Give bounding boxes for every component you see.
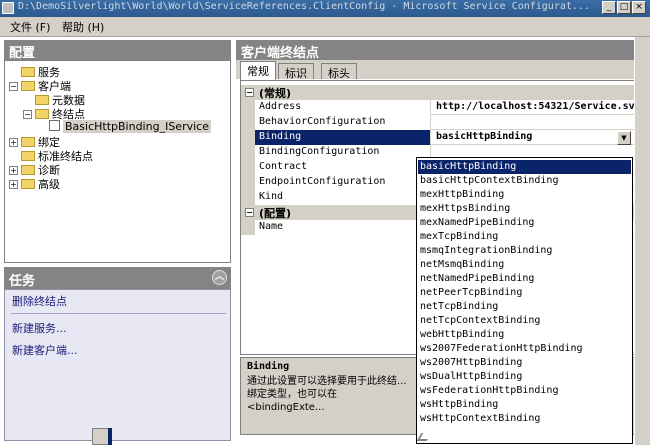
folder-icon xyxy=(21,81,35,91)
property-name: Contract xyxy=(259,161,308,172)
collapse-icon[interactable]: − xyxy=(23,110,32,119)
taskbar-fragment xyxy=(108,428,112,445)
expand-icon[interactable]: + xyxy=(9,166,18,175)
folder-icon xyxy=(21,165,35,175)
minimize-button[interactable]: _ xyxy=(602,1,616,14)
menu-file[interactable]: 文件 (F) xyxy=(10,19,50,35)
delete-endpoint-link[interactable]: 删除终结点 xyxy=(12,293,67,309)
tab-identity[interactable]: 标识 xyxy=(278,63,314,80)
new-service-link[interactable]: 新建服务... xyxy=(12,320,67,336)
tab-headers[interactable]: 标头 xyxy=(321,63,357,80)
property-row-address[interactable]: Address http://localhost:54321/Service.s… xyxy=(241,100,649,115)
folder-icon xyxy=(21,137,35,147)
title-bar: D:\DemoSilverlight\World\World\ServiceRe… xyxy=(0,0,650,17)
tree-node[interactable]: 标准终结点 xyxy=(9,148,93,163)
dropdown-option[interactable]: basicHttpBinding xyxy=(418,160,631,174)
endpoint-icon xyxy=(49,120,60,131)
tasks-panel-title: 任务 xyxy=(9,274,36,289)
dropdown-option[interactable]: wsDualHttpBinding xyxy=(418,370,631,384)
folder-icon xyxy=(21,151,35,161)
property-value[interactable] xyxy=(436,115,649,130)
dropdown-arrow-icon[interactable]: ▼ xyxy=(617,131,631,145)
task-divider xyxy=(11,313,226,314)
property-name: Kind xyxy=(259,191,284,202)
dropdown-option[interactable]: netNamedPipeBinding xyxy=(418,272,631,286)
client-panel-title: 客户端终结点 xyxy=(236,40,650,61)
collapse-icon[interactable]: ︿ xyxy=(212,270,227,285)
tree-node[interactable]: + 诊断 xyxy=(9,162,60,177)
description-title: Binding xyxy=(247,361,290,372)
dropdown-option[interactable]: mexHttpBinding xyxy=(418,188,631,202)
property-name: BindingConfiguration xyxy=(259,146,380,157)
tasks-panel-header: 任务 ︿ xyxy=(4,267,231,289)
dropdown-option[interactable]: msmqIntegrationBinding xyxy=(418,244,631,258)
property-name: Name xyxy=(259,221,284,232)
app-icon xyxy=(2,2,14,14)
collapse-toggle-icon[interactable]: − xyxy=(245,88,254,97)
dropdown-option[interactable]: mexNamedPipeBinding xyxy=(418,216,631,230)
collapse-icon[interactable]: − xyxy=(9,82,18,91)
category-general[interactable]: − (常规) xyxy=(241,85,649,100)
property-name: Address xyxy=(259,101,302,112)
tree-node[interactable]: 服务 xyxy=(9,64,60,79)
dropdown-option[interactable]: netMsmqBinding xyxy=(418,258,631,272)
property-name: EndpointConfiguration xyxy=(259,176,386,187)
binding-dropdown-list[interactable]: wsHttpContextBinding wsHttpBinding wsFeder… xyxy=(416,157,633,444)
tasks-panel: 删除终结点 新建服务... 新建客户端... xyxy=(4,289,231,441)
menu-bar: 文件 (F) 帮助 (H) xyxy=(0,17,650,37)
tab-bar: 常规 标识 标头 xyxy=(236,60,650,80)
close-button[interactable]: × xyxy=(632,1,646,14)
folder-icon xyxy=(35,109,49,119)
property-value-address[interactable]: http://localhost:54321/Service.sv xyxy=(436,100,649,115)
maximize-button[interactable]: □ xyxy=(617,1,631,14)
tree-node[interactable]: 元数据 xyxy=(23,92,85,107)
folder-icon xyxy=(21,179,35,189)
tree-node[interactable]: + 高级 xyxy=(9,176,60,191)
dropdown-option[interactable]: webHttpBinding xyxy=(418,328,631,342)
dropdown-option[interactable]: wsHttpContextBinding xyxy=(418,412,631,426)
dropdown-option[interactable]: netTcpContextBinding xyxy=(418,314,631,328)
property-row-behavior-configuration[interactable]: BehaviorConfiguration xyxy=(241,115,649,130)
new-client-link[interactable]: 新建客户端... xyxy=(12,342,78,358)
config-tree: 服务 − 客户端 元数据 − 终结点 BasicHttpBinding_IService + 绑… xyxy=(4,60,231,263)
collapse-toggle-icon[interactable]: − xyxy=(245,208,254,217)
dropdown-option[interactable]: mexHttpsBinding xyxy=(418,202,631,216)
tab-general[interactable]: 常规 xyxy=(240,61,276,80)
property-name: Binding xyxy=(259,131,302,142)
dropdown-option[interactable]: wsFederationHttpBinding xyxy=(418,384,631,398)
expand-icon[interactable]: + xyxy=(9,180,18,189)
tree-node[interactable]: + 绑定 xyxy=(9,134,60,149)
property-name: BehaviorConfiguration xyxy=(259,116,386,127)
dropdown-option[interactable]: mexTcpBinding xyxy=(418,230,631,244)
description-text: 通过此设置可以选择要用于此终结... 绑定类型，也可以在 <bindingExt… xyxy=(247,376,407,413)
dropdown-option[interactable]: wsHttpBinding xyxy=(418,398,631,412)
dropdown-option[interactable]: basicHttpContextBinding xyxy=(418,174,631,188)
tree-node-label: 高级 xyxy=(38,178,60,191)
dropdown-option[interactable]: netPeerTcpBinding xyxy=(418,286,631,300)
tree-node[interactable]: − 终结点 xyxy=(23,106,85,121)
expand-icon[interactable]: + xyxy=(9,138,18,147)
category-label: (配置) xyxy=(259,207,292,220)
tree-node-label: BasicHttpBinding_IService xyxy=(63,120,211,133)
right-edge-strip xyxy=(634,37,650,445)
window-title: D:\DemoSilverlight\World\World\ServiceRe… xyxy=(18,1,590,12)
menu-help[interactable]: 帮助 (H) xyxy=(62,19,104,35)
dropdown-option[interactable]: ws2007FederationHttpBinding xyxy=(418,342,631,356)
dropdown-option[interactable]: ws2007HttpBinding xyxy=(418,356,631,370)
tree-node[interactable]: BasicHttpBinding_IService xyxy=(37,120,211,134)
tree-node[interactable]: − 客户端 xyxy=(9,78,71,93)
resize-grip-icon[interactable] xyxy=(417,433,432,441)
folder-icon xyxy=(35,95,49,105)
property-row-binding[interactable]: Binding basicHttpBinding xyxy=(241,130,649,145)
category-label: (常规) xyxy=(259,87,292,100)
config-panel-title: 配置 xyxy=(4,40,231,61)
folder-icon xyxy=(21,67,35,77)
dropdown-option[interactable]: netTcpBinding xyxy=(418,300,631,314)
